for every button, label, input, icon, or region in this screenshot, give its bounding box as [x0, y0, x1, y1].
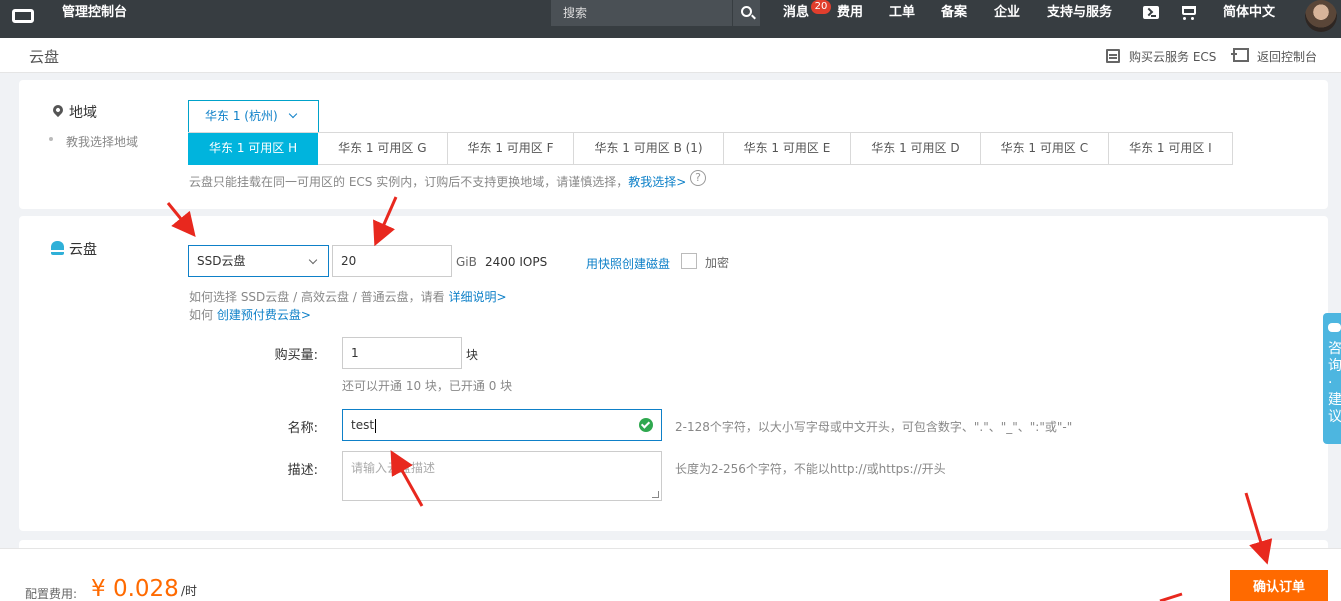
- aliyun-logo-icon[interactable]: [12, 9, 34, 23]
- region-note-text: 云盘只能挂载在同一可用区的 ECS 实例内，订购后不支持更换地域，请谨慎选择，: [189, 175, 629, 189]
- description-placeholder: 请输入云盘描述: [351, 461, 436, 475]
- zone-tab[interactable]: 华东 1 可用区 D: [851, 133, 981, 165]
- nav-icp[interactable]: 备案: [941, 0, 967, 26]
- top-nav-bar: 管理控制台 搜索 消息 20 费用 工单 备案 企业 支持与服务 简体中文: [0, 0, 1341, 38]
- search-icon: [741, 6, 752, 17]
- page-header: 云盘 购买云服务 ECS 返回控制台: [0, 38, 1341, 73]
- name-input[interactable]: test: [342, 409, 662, 441]
- disk-type-help: 如何选择 SSD云盘 / 高效云盘 / 普通云盘，请看 详细说明>: [189, 288, 507, 305]
- server-icon: [1106, 49, 1120, 63]
- confirm-order-button[interactable]: 确认订单: [1230, 570, 1328, 601]
- fee-unit: /时: [181, 584, 198, 598]
- region-note: 云盘只能挂载在同一可用区的 ECS 实例内，订购后不支持更换地域，请谨慎选择，教…: [189, 173, 686, 190]
- order-footer: 配置费用: ¥ 0.028 /时 确认订单: [0, 548, 1341, 601]
- text-caret: [375, 418, 377, 433]
- nav-support[interactable]: 支持与服务: [1047, 0, 1112, 26]
- snapshot-create-link[interactable]: 用快照创建磁盘: [586, 255, 670, 272]
- disk-section-title: 云盘: [69, 242, 97, 258]
- zone-tab[interactable]: 华东 1 可用区 H: [188, 133, 319, 165]
- bullet-dot: [49, 137, 53, 141]
- region-dropdown[interactable]: 华东 1 (杭州): [188, 100, 319, 132]
- zone-tabs: 华东 1 可用区 H 华东 1 可用区 G 华东 1 可用区 F 华东 1 可用…: [188, 132, 1233, 165]
- region-note-link[interactable]: 教我选择>: [628, 175, 686, 189]
- region-section-title: 地域: [69, 105, 97, 121]
- console-title[interactable]: 管理控制台: [62, 0, 127, 26]
- name-label: 名称:: [287, 421, 318, 436]
- fee-label: 配置费用:: [25, 587, 78, 601]
- cloud-disk-icon: [51, 241, 64, 255]
- zone-tab[interactable]: 华东 1 可用区 F: [447, 133, 575, 165]
- prepaid-help: 如何 创建预付费云盘>: [189, 306, 311, 323]
- fee-value: ¥ 0.028: [91, 576, 179, 601]
- name-input-value: test: [351, 418, 375, 432]
- disk-type-select[interactable]: SSD云盘: [188, 245, 329, 277]
- zone-tab[interactable]: 华东 1 可用区 B (1): [574, 133, 724, 165]
- nav-enterprise[interactable]: 企业: [994, 0, 1020, 26]
- resize-handle-icon[interactable]: [652, 491, 659, 498]
- prepaid-disk-link[interactable]: 创建预付费云盘>: [217, 308, 311, 322]
- help-icon[interactable]: ?: [690, 170, 706, 186]
- zone-tab[interactable]: 华东 1 可用区 C: [980, 133, 1110, 165]
- nav-tickets[interactable]: 工单: [889, 0, 915, 26]
- search-button[interactable]: [732, 0, 760, 26]
- chat-icon: [1328, 323, 1341, 332]
- quantity-note: 还可以开通 10 块，已开通 0 块: [342, 379, 513, 393]
- quantity-label: 购买量:: [274, 348, 318, 363]
- disk-type-help-text: 如何选择 SSD云盘 / 高效云盘 / 普通云盘，请看: [189, 290, 445, 304]
- region-help-link[interactable]: 教我选择地域: [66, 133, 138, 150]
- back-console-link[interactable]: 返回控制台: [1257, 48, 1317, 65]
- disk-type-help-link[interactable]: 详细说明>: [448, 290, 506, 304]
- description-label: 描述:: [287, 463, 318, 478]
- buy-ecs-link[interactable]: 购买云服务 ECS: [1129, 48, 1216, 65]
- disk-iops: 2400 IOPS: [485, 255, 548, 269]
- nav-billing[interactable]: 费用: [837, 0, 863, 26]
- nav-language[interactable]: 简体中文: [1223, 0, 1275, 26]
- search-input[interactable]: 搜索: [563, 0, 587, 26]
- disk-size-unit: GiB: [456, 255, 477, 269]
- zone-tab[interactable]: 华东 1 可用区 I: [1109, 133, 1233, 165]
- cart-icon[interactable]: [1182, 6, 1196, 20]
- quantity-unit: 块: [466, 348, 479, 362]
- back-icon: [1231, 48, 1249, 62]
- disk-type-value: SSD云盘: [197, 254, 246, 268]
- nav-messages[interactable]: 消息: [783, 0, 809, 26]
- encrypt-label: 加密: [705, 256, 730, 270]
- description-hint: 长度为2-256个字符，不能以http://或https://开头: [675, 462, 946, 476]
- disk-size-input[interactable]: 20: [332, 245, 452, 277]
- zone-tab[interactable]: 华东 1 可用区 G: [318, 133, 448, 165]
- encrypt-checkbox[interactable]: [681, 253, 697, 269]
- description-textarea[interactable]: 请输入云盘描述: [342, 451, 662, 501]
- check-circle-icon: [639, 418, 653, 432]
- zone-tab[interactable]: 华东 1 可用区 E: [723, 133, 852, 165]
- page-title: 云盘: [29, 48, 60, 66]
- avatar[interactable]: [1305, 0, 1337, 32]
- chevron-down-icon: [308, 255, 318, 265]
- region-dropdown-value: 华东 1 (杭州): [205, 109, 278, 123]
- messages-badge: 20: [811, 0, 831, 14]
- name-hint: 2-128个字符，以大小写字母或中文开头，可包含数字、"."、"_"、":"或"…: [675, 420, 1073, 434]
- consult-side-tab[interactable]: 咨询·建议: [1323, 313, 1341, 444]
- chevron-down-icon: [288, 109, 297, 119]
- quantity-input[interactable]: 1: [342, 337, 462, 369]
- terminal-icon[interactable]: [1143, 6, 1159, 19]
- prepaid-help-text: 如何: [189, 308, 214, 322]
- consult-side-text: 咨询·建议: [1328, 341, 1341, 425]
- search-box[interactable]: 搜索: [551, 0, 760, 26]
